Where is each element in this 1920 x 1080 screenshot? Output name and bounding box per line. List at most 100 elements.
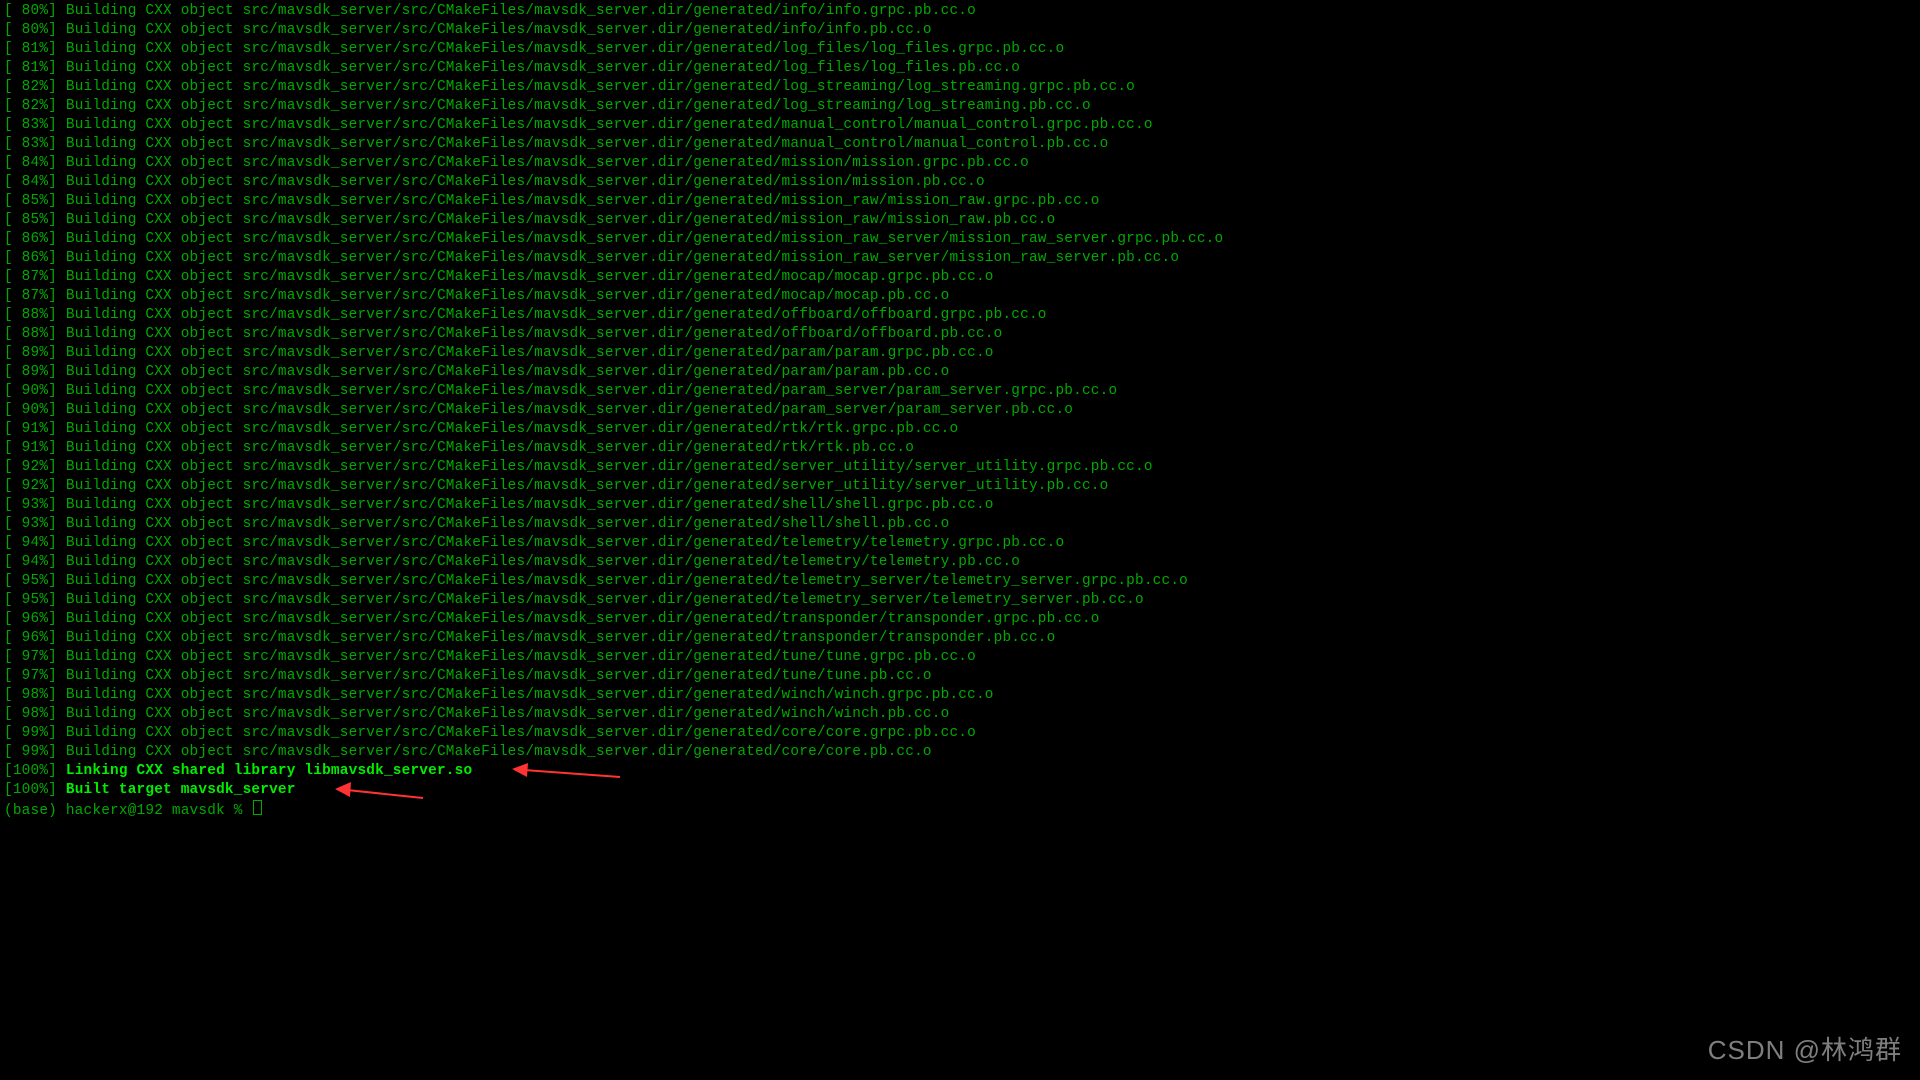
- build-line: [ 85%] Building CXX object src/mavsdk_se…: [4, 211, 1916, 230]
- build-message: Building CXX object src/mavsdk_server/sr…: [66, 288, 950, 304]
- progress-percent: [ 90%]: [4, 383, 66, 399]
- progress-percent: [ 80%]: [4, 3, 66, 19]
- build-line: [ 97%] Building CXX object src/mavsdk_se…: [4, 648, 1916, 667]
- progress-percent: [ 81%]: [4, 41, 66, 57]
- build-status-line: [100%] Linking CXX shared library libmav…: [4, 762, 1916, 781]
- build-line: [ 93%] Building CXX object src/mavsdk_se…: [4, 515, 1916, 534]
- progress-percent: [ 97%]: [4, 668, 66, 684]
- build-line: [ 86%] Building CXX object src/mavsdk_se…: [4, 249, 1916, 268]
- progress-percent: [ 87%]: [4, 269, 66, 285]
- build-line: [ 83%] Building CXX object src/mavsdk_se…: [4, 116, 1916, 135]
- build-line: [ 94%] Building CXX object src/mavsdk_se…: [4, 534, 1916, 553]
- build-line: [ 80%] Building CXX object src/mavsdk_se…: [4, 21, 1916, 40]
- progress-percent: [ 89%]: [4, 364, 66, 380]
- build-line: [ 92%] Building CXX object src/mavsdk_se…: [4, 477, 1916, 496]
- build-message: Building CXX object src/mavsdk_server/sr…: [66, 516, 950, 532]
- progress-percent: [ 84%]: [4, 174, 66, 190]
- build-message: Building CXX object src/mavsdk_server/sr…: [66, 649, 976, 665]
- progress-percent: [ 82%]: [4, 79, 66, 95]
- progress-percent: [ 99%]: [4, 744, 66, 760]
- build-message: Building CXX object src/mavsdk_server/sr…: [66, 174, 985, 190]
- build-message: Building CXX object src/mavsdk_server/sr…: [66, 41, 1064, 57]
- progress-percent: [ 84%]: [4, 155, 66, 171]
- progress-percent: [ 83%]: [4, 117, 66, 133]
- build-message: Building CXX object src/mavsdk_server/sr…: [66, 193, 1100, 209]
- build-line: [ 83%] Building CXX object src/mavsdk_se…: [4, 135, 1916, 154]
- build-line: [ 96%] Building CXX object src/mavsdk_se…: [4, 629, 1916, 648]
- progress-percent: [ 80%]: [4, 22, 66, 38]
- progress-percent: [ 96%]: [4, 630, 66, 646]
- build-message: Building CXX object src/mavsdk_server/sr…: [66, 117, 1153, 133]
- terminal-output[interactable]: [ 80%] Building CXX object src/mavsdk_se…: [0, 0, 1920, 823]
- build-message: Building CXX object src/mavsdk_server/sr…: [66, 630, 1056, 646]
- progress-percent: [ 96%]: [4, 611, 66, 627]
- shell-prompt[interactable]: (base) hackerx@192 mavsdk %: [4, 800, 1916, 821]
- build-line: [ 84%] Building CXX object src/mavsdk_se…: [4, 173, 1916, 192]
- build-message: Building CXX object src/mavsdk_server/sr…: [66, 421, 958, 437]
- build-line: [ 84%] Building CXX object src/mavsdk_se…: [4, 154, 1916, 173]
- progress-percent: [ 95%]: [4, 592, 66, 608]
- progress-percent: [ 86%]: [4, 231, 66, 247]
- progress-percent: [ 94%]: [4, 554, 66, 570]
- build-message: Building CXX object src/mavsdk_server/sr…: [66, 478, 1109, 494]
- build-line: [ 81%] Building CXX object src/mavsdk_se…: [4, 59, 1916, 78]
- build-line: [ 82%] Building CXX object src/mavsdk_se…: [4, 78, 1916, 97]
- build-message: Building CXX object src/mavsdk_server/sr…: [66, 136, 1109, 152]
- build-message: Building CXX object src/mavsdk_server/sr…: [66, 725, 976, 741]
- build-message: Building CXX object src/mavsdk_server/sr…: [66, 535, 1064, 551]
- build-line: [ 89%] Building CXX object src/mavsdk_se…: [4, 363, 1916, 382]
- build-line: [ 94%] Building CXX object src/mavsdk_se…: [4, 553, 1916, 572]
- progress-percent: [ 91%]: [4, 440, 66, 456]
- progress-percent: [ 98%]: [4, 687, 66, 703]
- progress-percent: [ 86%]: [4, 250, 66, 266]
- progress-percent: [ 88%]: [4, 307, 66, 323]
- progress-percent: [100%]: [4, 782, 66, 798]
- build-line: [ 80%] Building CXX object src/mavsdk_se…: [4, 2, 1916, 21]
- build-line: [ 96%] Building CXX object src/mavsdk_se…: [4, 610, 1916, 629]
- build-message: Building CXX object src/mavsdk_server/sr…: [66, 155, 1029, 171]
- cursor: [253, 800, 262, 815]
- build-message: Building CXX object src/mavsdk_server/sr…: [66, 269, 994, 285]
- build-message: Building CXX object src/mavsdk_server/sr…: [66, 573, 1188, 589]
- build-line: [ 99%] Building CXX object src/mavsdk_se…: [4, 724, 1916, 743]
- build-line: [ 87%] Building CXX object src/mavsdk_se…: [4, 268, 1916, 287]
- build-message: Building CXX object src/mavsdk_server/sr…: [66, 668, 932, 684]
- build-message: Building CXX object src/mavsdk_server/sr…: [66, 212, 1056, 228]
- build-message: Building CXX object src/mavsdk_server/sr…: [66, 687, 994, 703]
- build-message: Building CXX object src/mavsdk_server/sr…: [66, 326, 1003, 342]
- progress-percent: [ 88%]: [4, 326, 66, 342]
- build-line: [ 92%] Building CXX object src/mavsdk_se…: [4, 458, 1916, 477]
- build-line: [ 81%] Building CXX object src/mavsdk_se…: [4, 40, 1916, 59]
- build-line: [ 90%] Building CXX object src/mavsdk_se…: [4, 401, 1916, 420]
- progress-percent: [ 81%]: [4, 60, 66, 76]
- build-message: Building CXX object src/mavsdk_server/sr…: [66, 592, 1144, 608]
- progress-percent: [ 98%]: [4, 706, 66, 722]
- build-message: Building CXX object src/mavsdk_server/sr…: [66, 440, 914, 456]
- build-line: [ 91%] Building CXX object src/mavsdk_se…: [4, 420, 1916, 439]
- progress-percent: [ 93%]: [4, 497, 66, 513]
- build-message: Building CXX object src/mavsdk_server/sr…: [66, 231, 1224, 247]
- build-message: Building CXX object src/mavsdk_server/sr…: [66, 60, 1020, 76]
- build-status-message: Built target mavsdk_server: [66, 782, 296, 798]
- build-message: Building CXX object src/mavsdk_server/sr…: [66, 497, 994, 513]
- build-line: [ 97%] Building CXX object src/mavsdk_se…: [4, 667, 1916, 686]
- build-status-line: [100%] Built target mavsdk_server: [4, 781, 1916, 800]
- progress-percent: [ 83%]: [4, 136, 66, 152]
- progress-percent: [ 92%]: [4, 459, 66, 475]
- watermark-text: CSDN @林鸿群: [1708, 1041, 1902, 1060]
- build-message: Building CXX object src/mavsdk_server/sr…: [66, 459, 1153, 475]
- build-message: Building CXX object src/mavsdk_server/sr…: [66, 345, 994, 361]
- build-message: Building CXX object src/mavsdk_server/sr…: [66, 250, 1179, 266]
- progress-percent: [ 91%]: [4, 421, 66, 437]
- build-message: Building CXX object src/mavsdk_server/sr…: [66, 383, 1117, 399]
- build-line: [ 89%] Building CXX object src/mavsdk_se…: [4, 344, 1916, 363]
- build-line: [ 90%] Building CXX object src/mavsdk_se…: [4, 382, 1916, 401]
- build-message: Building CXX object src/mavsdk_server/sr…: [66, 98, 1091, 114]
- build-status-message: Linking CXX shared library libmavsdk_ser…: [66, 763, 472, 779]
- build-line: [ 98%] Building CXX object src/mavsdk_se…: [4, 686, 1916, 705]
- build-message: Building CXX object src/mavsdk_server/sr…: [66, 402, 1073, 418]
- build-line: [ 95%] Building CXX object src/mavsdk_se…: [4, 591, 1916, 610]
- build-line: [ 91%] Building CXX object src/mavsdk_se…: [4, 439, 1916, 458]
- progress-percent: [ 82%]: [4, 98, 66, 114]
- progress-percent: [ 95%]: [4, 573, 66, 589]
